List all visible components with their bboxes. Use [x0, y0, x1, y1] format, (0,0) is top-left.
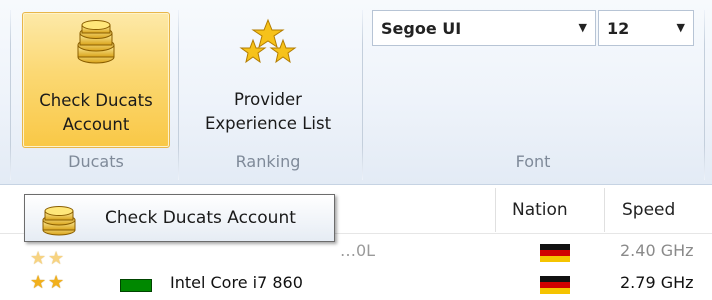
ribbon-separator: [362, 10, 363, 180]
check-ducats-account-label: Check Ducats Account: [39, 91, 153, 134]
font-family-value: Segoe UI: [381, 19, 462, 38]
tooltip: Check Ducats Account: [24, 194, 335, 242]
column-separator[interactable]: [495, 188, 496, 232]
tooltip-text: Check Ducats Account: [105, 208, 296, 228]
font-family-combo[interactable]: Segoe UI ▼: [372, 10, 596, 46]
column-separator[interactable]: [604, 188, 605, 232]
processor-name: …0L: [340, 241, 376, 260]
germany-flag-icon: [540, 244, 570, 262]
group-label-font: Font: [515, 152, 551, 171]
coins-icon: [39, 202, 79, 240]
column-header-speed[interactable]: Speed: [622, 200, 675, 220]
group-label-ducats: Ducats: [68, 152, 124, 171]
group-label-ranking: Ranking: [235, 152, 301, 171]
status-indicator: [120, 279, 152, 292]
star-icon: ★: [30, 248, 47, 269]
ribbon-separator: [178, 10, 179, 180]
chevron-down-icon[interactable]: ▼: [579, 21, 587, 34]
column-header-nation[interactable]: Nation: [512, 200, 568, 220]
processor-name: Intel Core i7 860: [170, 273, 303, 292]
speed-value: 2.79 GHz: [620, 273, 694, 292]
stars-icon: [239, 18, 297, 72]
chevron-down-icon[interactable]: ▼: [677, 21, 685, 34]
font-size-value: 12: [607, 19, 630, 38]
star-icon: ★: [48, 248, 65, 269]
check-ducats-account-button[interactable]: Check Ducats Account: [22, 12, 170, 148]
font-size-combo[interactable]: 12 ▼: [598, 10, 694, 46]
ribbon-separator: [10, 10, 11, 180]
provider-experience-list-button[interactable]: Provider Experience List: [188, 12, 348, 146]
star-icon: ★: [48, 272, 65, 293]
ribbon: Check Ducats Account Ducats Provider Exp…: [0, 0, 712, 185]
ribbon-separator: [704, 10, 705, 180]
provider-experience-list-label: Provider Experience List: [204, 90, 332, 133]
coins-icon: [74, 19, 118, 69]
speed-value: 2.40 GHz: [620, 241, 694, 260]
star-icon: ★: [30, 272, 47, 293]
germany-flag-icon: [540, 276, 570, 294]
table-row[interactable]: ★ ★ Intel Core i7 860 2.79 GHz: [0, 268, 712, 300]
